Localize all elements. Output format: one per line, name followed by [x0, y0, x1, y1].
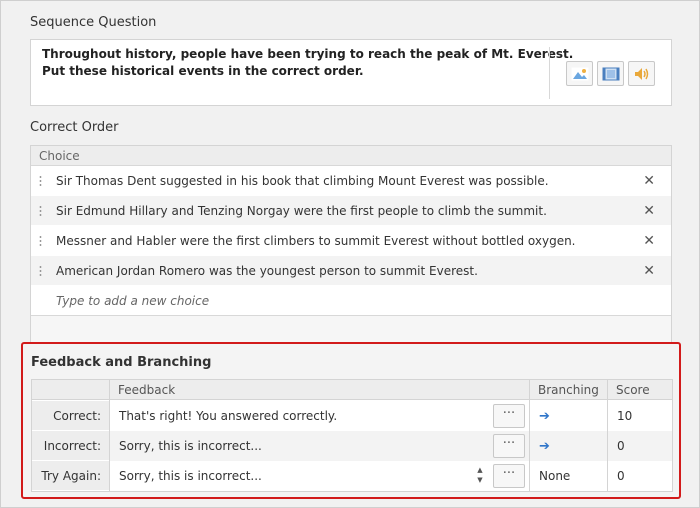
try-again-feedback-text[interactable]: Sorry, this is incorrect...: [110, 461, 529, 491]
drag-handle-icon[interactable]: [39, 205, 42, 218]
sequence-question-title: Sequence Question: [30, 15, 157, 30]
column-separator: [529, 380, 530, 491]
incorrect-branching-cell[interactable]: ➔: [530, 431, 607, 461]
video-icon: [602, 67, 619, 80]
choice-row[interactable]: Sir Edmund Hillary and Tenzing Norgay we…: [31, 196, 671, 226]
correct-feedback-more-button[interactable]: ···: [493, 404, 525, 428]
remove-choice-icon[interactable]: ✕: [643, 166, 655, 196]
column-separator: [607, 380, 608, 491]
correct-branching-cell[interactable]: ➔: [530, 401, 607, 431]
question-editor: Sequence Question Throughout history, pe…: [0, 0, 700, 508]
feedback-table: Feedback Branching Score Correct: Incorr…: [31, 379, 673, 492]
branching-column-header: Branching: [538, 383, 599, 397]
choice-column-header: Choice: [31, 146, 671, 166]
incorrect-score-cell[interactable]: 0: [608, 431, 672, 461]
try-again-spinner[interactable]: ▲ ▼: [475, 465, 485, 487]
choice-row[interactable]: American Jordan Romero was the youngest …: [31, 256, 671, 286]
choice-text[interactable]: Sir Thomas Dent suggested in his book th…: [56, 166, 549, 196]
incorrect-row-label: Incorrect:: [32, 431, 109, 461]
correct-score-cell[interactable]: 10: [608, 401, 672, 431]
try-again-score-cell[interactable]: 0: [608, 461, 672, 491]
feedback-column-header: Feedback: [118, 383, 176, 397]
drag-handle-icon[interactable]: [39, 175, 42, 188]
correct-feedback-text[interactable]: That's right! You answered correctly.: [110, 401, 529, 431]
drag-handle-icon[interactable]: [39, 235, 42, 248]
image-icon: [571, 67, 588, 80]
choice-row[interactable]: Messner and Habler were the first climbe…: [31, 226, 671, 256]
add-choice-input[interactable]: Type to add a new choice: [31, 286, 671, 316]
incorrect-feedback-more-button[interactable]: ···: [493, 434, 525, 458]
choice-text[interactable]: Sir Edmund Hillary and Tenzing Norgay we…: [56, 196, 547, 226]
choice-text[interactable]: Messner and Habler were the first climbe…: [56, 226, 576, 256]
column-separator: [109, 380, 110, 491]
try-again-branching-cell[interactable]: None: [530, 461, 607, 491]
incorrect-feedback-text[interactable]: Sorry, this is incorrect...: [110, 431, 529, 461]
audio-icon: [634, 67, 648, 80]
insert-video-button[interactable]: [597, 61, 624, 86]
insert-image-button[interactable]: [566, 61, 593, 86]
try-again-feedback-more-button[interactable]: ···: [493, 464, 525, 488]
correct-order-title: Correct Order: [30, 120, 119, 135]
try-again-row-label: Try Again:: [32, 461, 109, 491]
drag-handle-icon[interactable]: [39, 265, 42, 278]
branch-arrow-icon: ➔: [539, 439, 550, 454]
spinner-down-icon[interactable]: ▼: [475, 475, 485, 485]
question-text-box[interactable]: Throughout history, people have been try…: [30, 39, 672, 106]
choices-table: Choice Sir Thomas Dent suggested in his …: [30, 145, 672, 343]
feedback-branching-title: Feedback and Branching: [31, 355, 212, 370]
feedback-table-header: Feedback Branching Score: [32, 380, 672, 400]
remove-choice-icon[interactable]: ✕: [643, 226, 655, 256]
score-column-header: Score: [616, 383, 650, 397]
branch-arrow-icon: ➔: [539, 409, 550, 424]
correct-row-label: Correct:: [32, 401, 109, 431]
spinner-up-icon[interactable]: ▲: [475, 465, 485, 475]
insert-audio-button[interactable]: [628, 61, 655, 86]
feedback-branching-panel: Feedback and Branching Feedback Branchin…: [21, 342, 681, 499]
choice-row[interactable]: Sir Thomas Dent suggested in his book th…: [31, 166, 671, 196]
media-separator: [549, 47, 550, 99]
question-line-2: Put these historical events in the corre…: [42, 64, 364, 78]
choice-text[interactable]: American Jordan Romero was the youngest …: [56, 256, 478, 286]
remove-choice-icon[interactable]: ✕: [643, 256, 655, 286]
question-text[interactable]: Throughout history, people have been try…: [42, 46, 574, 80]
question-line-1: Throughout history, people have been try…: [42, 47, 574, 61]
remove-choice-icon[interactable]: ✕: [643, 196, 655, 226]
